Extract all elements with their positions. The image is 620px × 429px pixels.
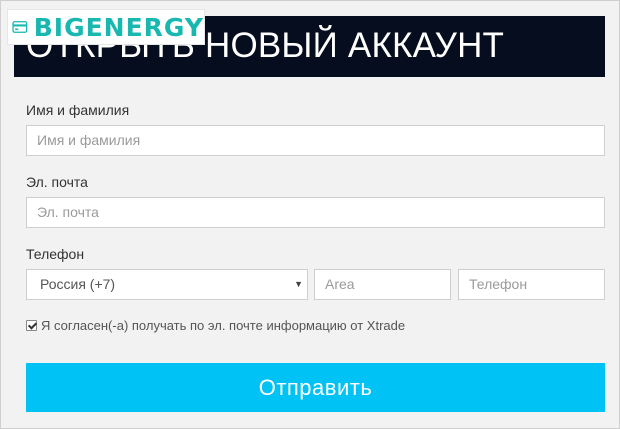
account-form-panel: ОТКРЫТЬ НОВЫЙ АККАУНТ Имя и фамилия Имя …: [0, 0, 620, 429]
country-code-value: Россия (+7): [40, 276, 116, 292]
phone-label: Телефон: [26, 246, 85, 262]
area-code-field[interactable]: Area: [314, 269, 451, 300]
consent-text: Я согласен(-а) получать по эл. почте инф…: [41, 318, 406, 333]
chevron-down-icon: ▼: [294, 279, 303, 289]
email-field[interactable]: Эл. почта: [26, 197, 605, 228]
name-label: Имя и фамилия: [26, 102, 130, 118]
phone-number-field[interactable]: Телефон: [458, 269, 605, 300]
wallet-card-icon: [12, 21, 28, 33]
brand-watermark: BIGENERGY: [7, 9, 205, 45]
consent-row: Я согласен(-а) получать по эл. почте инф…: [26, 318, 405, 333]
email-label: Эл. почта: [26, 174, 88, 190]
brand-logo-text: BIGENERGY: [33, 12, 204, 42]
name-field[interactable]: Имя и фамилия: [26, 125, 605, 156]
consent-checkbox[interactable]: [26, 320, 37, 331]
submit-button[interactable]: Отправить: [26, 363, 605, 412]
country-code-select[interactable]: Россия (+7) ▼: [26, 269, 308, 300]
